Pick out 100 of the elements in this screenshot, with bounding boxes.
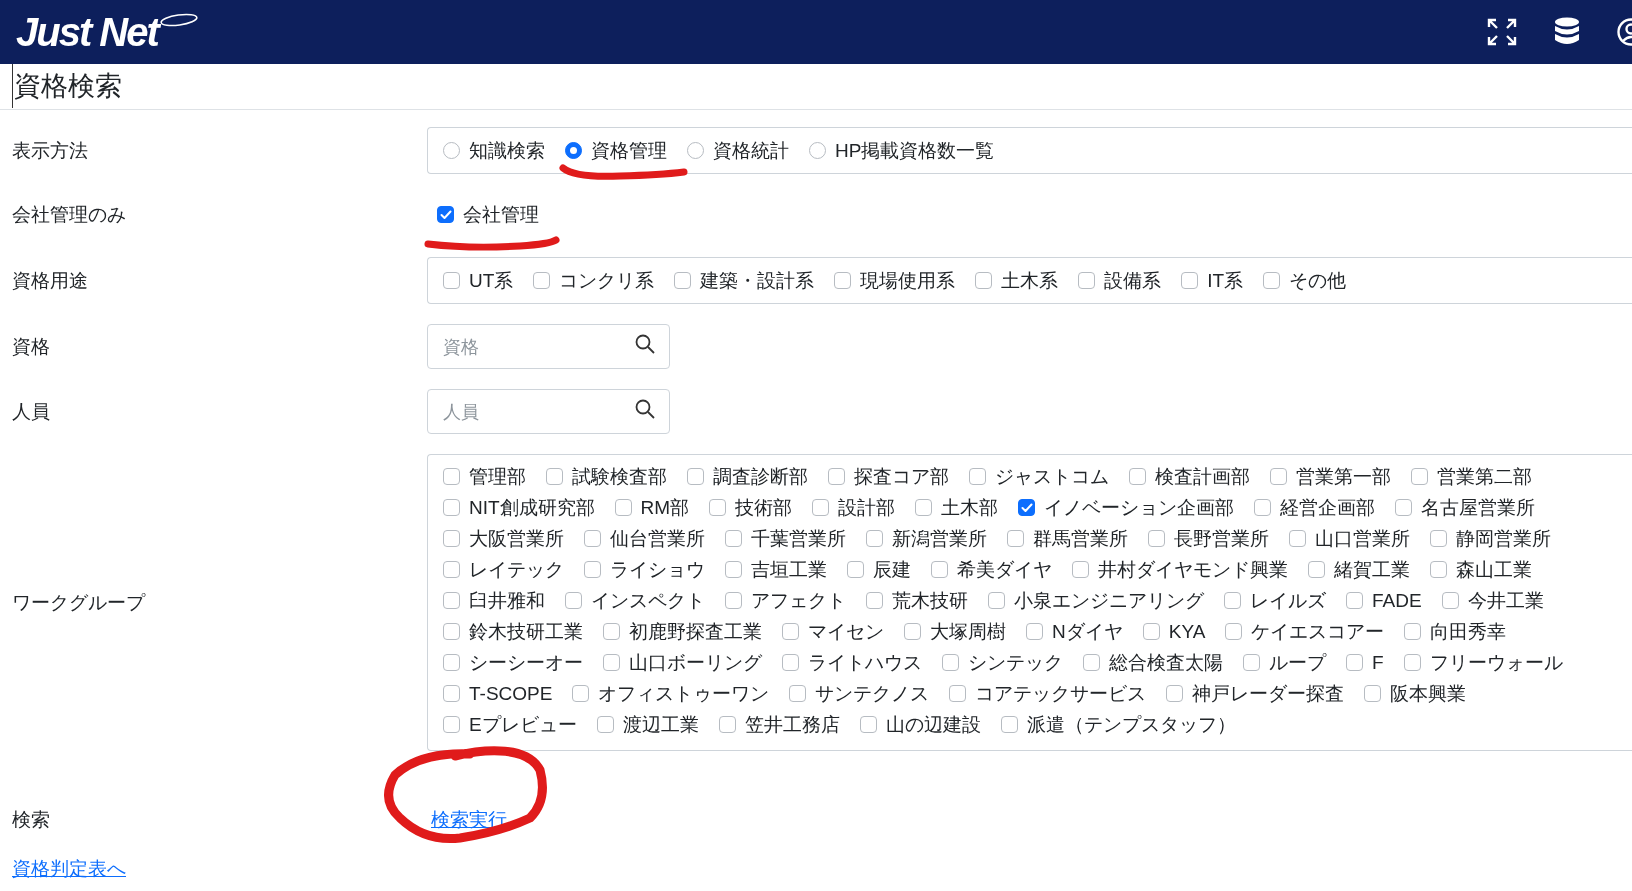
checkbox-label[interactable]: その他: [1289, 267, 1347, 294]
checkbox[interactable]: [443, 623, 460, 640]
checkbox[interactable]: [725, 592, 742, 609]
checkbox[interactable]: [1225, 623, 1243, 640]
checkbox[interactable]: [915, 499, 933, 516]
radio-label[interactable]: HP掲載資格数一覧: [835, 137, 995, 164]
checkbox-label[interactable]: 試験検査部: [572, 463, 667, 490]
radio-button[interactable]: [565, 142, 582, 159]
checkbox[interactable]: [1411, 468, 1428, 485]
checkbox[interactable]: [725, 530, 742, 547]
checkbox-label[interactable]: 群馬営業所: [1033, 525, 1128, 552]
checkbox-label[interactable]: 大阪営業所: [469, 525, 564, 552]
checkbox[interactable]: [789, 685, 807, 702]
checkbox[interactable]: [1441, 592, 1459, 609]
radio-button[interactable]: [809, 142, 826, 159]
checkbox-label[interactable]: Eプレビュー: [469, 711, 577, 738]
checkbox-label[interactable]: NIT創成研究部: [469, 494, 595, 521]
checkbox[interactable]: [443, 592, 460, 609]
checkbox-label[interactable]: 初鹿野探査工業: [629, 618, 762, 645]
checkbox-label[interactable]: アフェクト: [751, 587, 846, 614]
checkbox[interactable]: [1148, 530, 1165, 547]
checkbox[interactable]: [596, 716, 614, 733]
checkbox[interactable]: [1142, 623, 1160, 640]
checkbox[interactable]: [1395, 499, 1413, 516]
checkbox-label[interactable]: サンテクノス: [815, 680, 930, 707]
checkbox[interactable]: [1430, 530, 1447, 547]
checkbox-label[interactable]: 会社管理: [463, 201, 539, 228]
checkbox-label[interactable]: FADE: [1372, 589, 1422, 612]
checkbox-label[interactable]: ループ: [1269, 649, 1326, 676]
checkbox-label[interactable]: 営業第二部: [1437, 463, 1532, 490]
checkbox[interactable]: [988, 592, 1005, 609]
checkbox-label[interactable]: 臼井雅和: [469, 587, 545, 614]
checkbox[interactable]: [572, 685, 590, 702]
checkbox-label[interactable]: 山口営業所: [1315, 525, 1410, 552]
radio-label[interactable]: 知識検索: [469, 137, 545, 164]
checkbox-label[interactable]: 調査診断部: [713, 463, 808, 490]
checkbox-label[interactable]: レイルズ: [1250, 587, 1326, 614]
checkbox-label[interactable]: 土木系: [1001, 267, 1059, 294]
checkbox[interactable]: [1308, 561, 1325, 578]
checkbox-label[interactable]: 静岡営業所: [1456, 525, 1551, 552]
checkbox-label[interactable]: 探査コア部: [854, 463, 949, 490]
checkbox-label[interactable]: 大塚周樹: [930, 618, 1006, 645]
checkbox[interactable]: [828, 468, 845, 485]
checkbox[interactable]: [1289, 530, 1306, 547]
checkbox-label[interactable]: コアテックサービス: [975, 680, 1147, 707]
checkbox-label[interactable]: 千葉営業所: [751, 525, 846, 552]
checkbox[interactable]: [674, 272, 692, 289]
checkbox[interactable]: [1243, 654, 1260, 671]
checkbox[interactable]: [847, 561, 864, 578]
checkbox[interactable]: [546, 468, 563, 485]
checkbox-label[interactable]: 渡辺工業: [622, 711, 699, 738]
checkbox[interactable]: [533, 272, 551, 289]
checkbox[interactable]: [603, 654, 620, 671]
checkbox-label[interactable]: 向田秀幸: [1430, 618, 1507, 645]
checkbox[interactable]: [975, 272, 993, 289]
checkbox[interactable]: [1078, 272, 1096, 289]
checkbox[interactable]: [725, 561, 742, 578]
database-icon[interactable]: [1554, 17, 1580, 47]
checkbox[interactable]: [443, 468, 460, 485]
checkbox-label[interactable]: 名古屋営業所: [1421, 494, 1536, 521]
checkbox[interactable]: [931, 561, 948, 578]
checkbox-label[interactable]: 管理部: [469, 463, 526, 490]
checkbox[interactable]: [812, 499, 830, 516]
checkbox-label[interactable]: ジャストコム: [995, 463, 1109, 490]
checkbox[interactable]: [969, 468, 986, 485]
checkbox-label[interactable]: レイテック: [469, 556, 564, 583]
checkbox[interactable]: [565, 592, 582, 609]
checkbox-label[interactable]: 営業第一部: [1296, 463, 1391, 490]
checkbox-label[interactable]: KYA: [1168, 620, 1206, 643]
checkbox-label[interactable]: 経営企画部: [1280, 494, 1376, 521]
checkbox-label[interactable]: インスペクト: [591, 587, 705, 614]
checkbox-label[interactable]: オフィストゥーワン: [598, 680, 770, 707]
checkbox-label[interactable]: 山口ボーリング: [629, 649, 762, 676]
checkbox[interactable]: [782, 623, 799, 640]
radio-button[interactable]: [687, 142, 704, 159]
checkbox[interactable]: [1181, 272, 1199, 289]
checkbox[interactable]: [443, 685, 460, 702]
checkbox-label[interactable]: IT系: [1207, 267, 1244, 294]
checkbox-label[interactable]: 設備系: [1104, 267, 1162, 294]
checkbox[interactable]: [1346, 654, 1363, 671]
checkbox[interactable]: [949, 685, 967, 702]
chart-link[interactable]: 資格判定表へ: [12, 858, 126, 879]
checkbox[interactable]: [709, 499, 727, 516]
checkbox[interactable]: [614, 499, 632, 516]
checkbox[interactable]: [1346, 592, 1363, 609]
checkbox[interactable]: [443, 499, 460, 516]
search-icon[interactable]: [635, 334, 655, 354]
checkbox-label[interactable]: F: [1372, 651, 1384, 674]
checkbox-label[interactable]: フリーウォール: [1429, 649, 1563, 676]
checkbox[interactable]: [904, 623, 921, 640]
checkbox[interactable]: [1083, 654, 1100, 671]
checkbox[interactable]: [443, 530, 460, 547]
checkbox-label[interactable]: 今井工業: [1467, 587, 1544, 614]
checkbox-label[interactable]: 検査計画部: [1155, 463, 1250, 490]
checkbox-label[interactable]: 長野営業所: [1174, 525, 1269, 552]
checkbox[interactable]: [1018, 499, 1036, 516]
checkbox-label[interactable]: ケイエスコアー: [1251, 618, 1385, 645]
checkbox-label[interactable]: 技術部: [735, 494, 793, 521]
checkbox-label[interactable]: UT系: [469, 267, 514, 294]
checkbox[interactable]: [443, 716, 460, 733]
